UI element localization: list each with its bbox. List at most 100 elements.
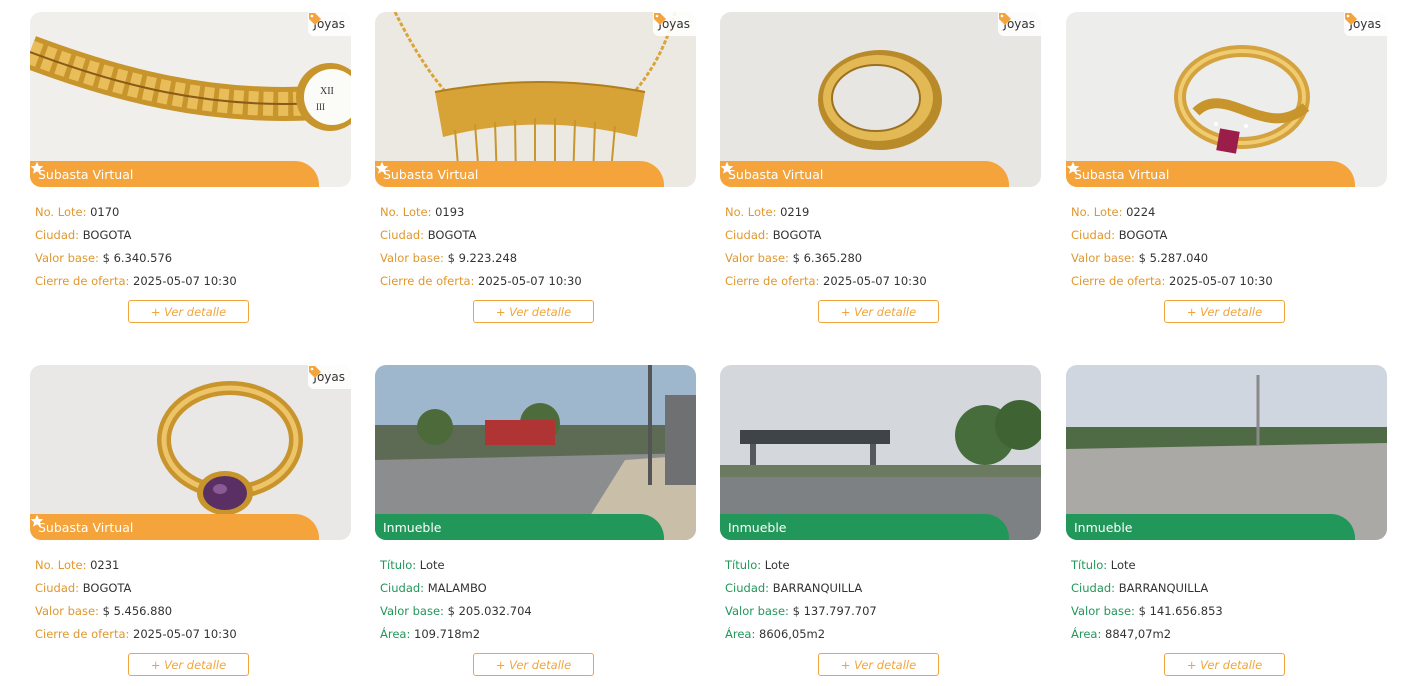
field-label: Valor base: xyxy=(380,604,444,618)
closing-row: Cierre de oferta: 2025-05-07 10:30 xyxy=(1071,270,1273,293)
title-row: Título: Lote xyxy=(380,554,532,577)
view-detail-button[interactable]: + Ver detalle xyxy=(473,653,594,676)
lot-card[interactable]: Inmueble Título: Lote Ciudad: BARRANQUIL… xyxy=(720,365,1041,685)
field-value: $ 5.287.040 xyxy=(1138,251,1209,265)
field-label: Valor base: xyxy=(35,604,99,618)
field-value: BARRANQUILLA xyxy=(1118,581,1209,595)
category-tag: Joyas xyxy=(653,12,696,36)
field-label: Ciudad: xyxy=(725,228,770,242)
property-type-label: Inmueble xyxy=(383,519,442,535)
lot-card[interactable]: Joyas Subasta Virtual No. Lote: 0231 Ciu… xyxy=(30,365,351,685)
view-detail-button[interactable]: + Ver detalle xyxy=(128,653,249,676)
view-detail-button[interactable]: + Ver detalle xyxy=(1164,653,1285,676)
city-row: Ciudad: MALAMBO xyxy=(380,577,532,600)
lot-info: No. Lote: 0170 Ciudad: BOGOTA Valor base… xyxy=(35,201,237,293)
field-value: 109.718m2 xyxy=(414,627,481,641)
auction-type-label: Subasta Virtual xyxy=(38,519,134,535)
field-label: Ciudad: xyxy=(725,581,770,595)
auction-type-banner: Subasta Virtual xyxy=(1066,161,1355,187)
title-row: Título: Lote xyxy=(725,554,877,577)
lot-photo[interactable]: Joyas Subasta Virtual xyxy=(375,12,696,187)
field-label: Título: xyxy=(380,558,417,572)
field-label: Valor base: xyxy=(725,604,789,618)
lot-card[interactable]: Inmueble Título: Lote Ciudad: MALAMBO Va… xyxy=(375,365,696,685)
field-value: 0170 xyxy=(90,205,120,219)
closing-row: Cierre de oferta: 2025-05-07 10:30 xyxy=(725,270,927,293)
star-icon xyxy=(720,161,734,174)
field-value: BOGOTA xyxy=(772,228,822,242)
field-label: Título: xyxy=(1071,558,1108,572)
lot-card[interactable]: Joyas Subasta Virtual No. Lote: 0224 Ciu… xyxy=(1066,12,1387,332)
category-tag: Joyas xyxy=(308,12,351,36)
view-detail-button[interactable]: + Ver detalle xyxy=(128,300,249,323)
base-value-row: Valor base: $ 141.656.853 xyxy=(1071,600,1223,623)
lot-card[interactable]: XII III Joyas Subasta Virtual No. Lote: … xyxy=(30,12,351,332)
lot-card[interactable]: Inmueble Título: Lote Ciudad: BARRANQUIL… xyxy=(1066,365,1387,685)
star-icon xyxy=(30,161,44,174)
lot-photo[interactable]: Joyas Subasta Virtual xyxy=(1066,12,1387,187)
auction-type-label: Subasta Virtual xyxy=(38,166,134,182)
area-row: Área: 109.718m2 xyxy=(380,623,532,646)
lot-photo[interactable]: XII III Joyas Subasta Virtual xyxy=(30,12,351,187)
field-value: BOGOTA xyxy=(1118,228,1168,242)
auction-type-banner: Subasta Virtual xyxy=(30,514,319,540)
tag-icon xyxy=(999,13,1012,25)
city-row: Ciudad: BARRANQUILLA xyxy=(1071,577,1223,600)
city-row: Ciudad: BOGOTA xyxy=(35,577,237,600)
field-label: Cierre de oferta: xyxy=(725,274,820,288)
auction-type-banner: Subasta Virtual xyxy=(720,161,1009,187)
lot-info: Título: Lote Ciudad: BARRANQUILLA Valor … xyxy=(1071,554,1223,646)
lot-number-row: No. Lote: 0231 xyxy=(35,554,237,577)
lot-photo[interactable]: Inmueble xyxy=(720,365,1041,540)
field-value: 2025-05-07 10:30 xyxy=(133,627,237,641)
city-row: Ciudad: BOGOTA xyxy=(35,224,237,247)
property-type-label: Inmueble xyxy=(728,519,787,535)
field-label: Ciudad: xyxy=(35,228,80,242)
field-value: BOGOTA xyxy=(82,228,132,242)
field-value: 8606,05m2 xyxy=(759,627,826,641)
city-row: Ciudad: BOGOTA xyxy=(725,224,927,247)
view-detail-button[interactable]: + Ver detalle xyxy=(818,653,939,676)
lot-photo[interactable]: Inmueble xyxy=(375,365,696,540)
tag-icon xyxy=(654,13,667,25)
lot-number-row: No. Lote: 0193 xyxy=(380,201,582,224)
field-value: 2025-05-07 10:30 xyxy=(478,274,582,288)
field-value: 0224 xyxy=(1126,205,1156,219)
lot-photo[interactable]: Joyas Subasta Virtual xyxy=(30,365,351,540)
category-tag: Joyas xyxy=(1344,12,1387,36)
field-value: 0219 xyxy=(780,205,810,219)
field-value: 2025-05-07 10:30 xyxy=(133,274,237,288)
lot-info: Título: Lote Ciudad: BARRANQUILLA Valor … xyxy=(725,554,877,646)
view-detail-button[interactable]: + Ver detalle xyxy=(1164,300,1285,323)
city-row: Ciudad: BARRANQUILLA xyxy=(725,577,877,600)
field-label: Cierre de oferta: xyxy=(35,274,130,288)
field-label: Área: xyxy=(1071,627,1102,641)
lot-photo[interactable]: Inmueble xyxy=(1066,365,1387,540)
lot-card[interactable]: Joyas Subasta Virtual No. Lote: 0219 Ciu… xyxy=(720,12,1041,332)
view-detail-button[interactable]: + Ver detalle xyxy=(818,300,939,323)
field-value: Lote xyxy=(419,558,445,572)
closing-row: Cierre de oferta: 2025-05-07 10:30 xyxy=(35,623,237,646)
star-icon xyxy=(1066,161,1080,174)
lot-info: Título: Lote Ciudad: MALAMBO Valor base:… xyxy=(380,554,532,646)
lot-card[interactable]: Joyas Subasta Virtual No. Lote: 0193 Ciu… xyxy=(375,12,696,332)
field-label: No. Lote: xyxy=(380,205,432,219)
field-label: Valor base: xyxy=(380,251,444,265)
property-type-banner: Inmueble xyxy=(720,514,1009,540)
field-value: 8847,07m2 xyxy=(1105,627,1172,641)
base-value-row: Valor base: $ 6.365.280 xyxy=(725,247,927,270)
view-detail-button[interactable]: + Ver detalle xyxy=(473,300,594,323)
field-label: Cierre de oferta: xyxy=(35,627,130,641)
lot-info: No. Lote: 0224 Ciudad: BOGOTA Valor base… xyxy=(1071,201,1273,293)
field-label: Área: xyxy=(380,627,411,641)
lot-photo[interactable]: Joyas Subasta Virtual xyxy=(720,12,1041,187)
field-label: Cierre de oferta: xyxy=(1071,274,1166,288)
field-value: MALAMBO xyxy=(427,581,487,595)
svg-text:III: III xyxy=(316,102,325,112)
field-value: $ 141.656.853 xyxy=(1138,604,1223,618)
star-icon xyxy=(375,161,389,174)
tag-icon xyxy=(309,366,322,378)
base-value-row: Valor base: $ 9.223.248 xyxy=(380,247,582,270)
field-label: Ciudad: xyxy=(1071,581,1116,595)
tag-icon xyxy=(309,13,322,25)
